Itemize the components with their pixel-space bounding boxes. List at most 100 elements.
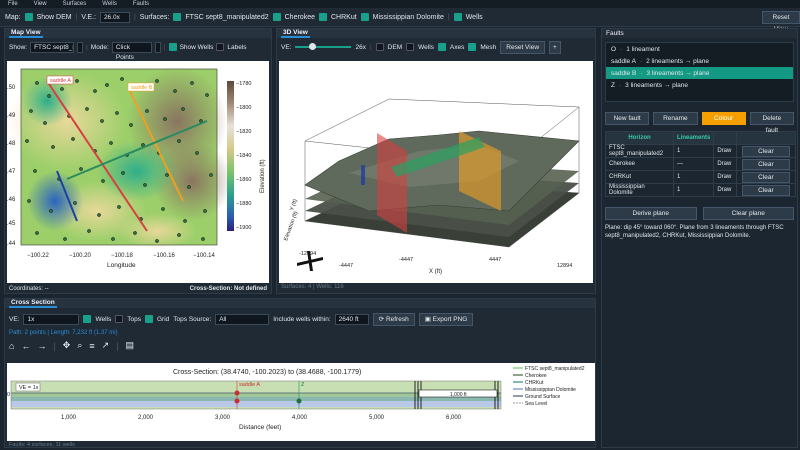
surfaces-label: Surfaces: [139,13,170,21]
ve-input[interactable]: 26.0x [99,11,130,23]
view-3d-svg: -4447 4447 12894 -12894 -4447 X (ft) Ele… [283,98,580,275]
surface-checkbox-mississippian[interactable] [360,13,369,21]
cs-grid-checkbox[interactable] [145,315,153,323]
draw-button[interactable]: Draw [713,170,737,184]
cs-legend: FTSC sept8_manipulated2 Cherokee CHRKut … [513,366,585,407]
mode-select[interactable]: Click Points [111,41,152,61]
view-3d-toolbar: VE: 26x | DEM Wells Axes Mesh Reset View… [277,38,595,56]
svg-text:Cherokee: Cherokee [525,373,547,379]
show-dem-checkbox[interactable] [24,13,33,21]
rename-button[interactable]: Rename [653,112,698,125]
edit-axis-icon[interactable]: ↗ [102,340,110,351]
clear-button[interactable]: Clear [741,171,790,183]
cs-grid-label: Grid [157,315,170,323]
draw-button[interactable]: Draw [713,144,737,158]
faults-panel: Faults O · 1 lineament saddle A · 2 lineamen… [601,28,798,448]
export-png-button[interactable]: ▣ Export PNG [418,312,474,326]
coordinates-readout: Coordinates: -- [9,285,49,292]
fault-item-z[interactable]: Z · 3 lineaments → plane [606,79,793,91]
ve-slider[interactable] [295,43,352,51]
tops-source-label: Tops Source: [173,315,212,323]
cs-wells-checkbox[interactable] [83,315,92,323]
svg-text:.45: .45 [7,221,16,227]
show-wells-label: Show Wells [179,43,214,51]
draw-button[interactable]: Draw [713,183,737,197]
plane-o [361,165,365,185]
axes-3d-checkbox[interactable] [437,43,446,51]
delete-fault-button[interactable]: Delete fault [749,112,794,134]
svg-text:Ground Surface: Ground Surface [525,394,561,400]
svg-text:CHRKut: CHRKut [525,380,544,386]
ve-3d-label: VE: [281,43,292,51]
colour-button[interactable]: Colour [701,112,746,125]
3d-axis-ticks: -4447 4447 12894 -12894 -4447 [299,251,572,269]
new-fault-button[interactable]: New fault [605,112,650,125]
fault-item-saddle-b[interactable]: saddle B · 3 lineaments → plane [606,67,793,79]
mode-select-arrow-icon[interactable] [154,41,161,53]
surface-checkbox-ftsc[interactable] [173,13,182,21]
menu-wells[interactable]: Wells [94,1,125,7]
draw-button[interactable]: Draw [713,157,737,171]
map-plot-canvas[interactable]: saddle A saddle B .50 .49 .48 .47 .46 .4… [7,61,269,283]
map-status-bar: Coordinates: -- Cross-Section: Not defin… [7,284,269,293]
mesh-3d-checkbox[interactable] [468,43,477,51]
image-icon: ▣ [424,315,433,323]
ve-slider-handle[interactable] [309,43,317,50]
include-wells-input[interactable]: 2640 ft [334,313,369,325]
svg-text:FTSC sept8_manipulated2: FTSC sept8_manipulated2 [525,366,585,372]
wells-checkbox[interactable] [453,13,462,21]
labels-checkbox[interactable] [216,43,225,51]
main-toolbar: Map: Show DEM | V.E.: 26.0x | Surfaces: … [0,8,800,33]
axes-3d-label: Axes [449,43,465,51]
cross-section-footer: Faults: 4 surfaces, 11 wells [9,442,75,448]
show-wells-checkbox[interactable] [168,43,177,51]
reset-view-button[interactable]: Reset View [762,11,800,33]
pan-icon[interactable]: ✥ [63,340,71,351]
fault-list: O · 1 lineament saddle A · 2 lineaments → pl… [605,42,794,102]
cs-tops-checkbox[interactable] [115,315,124,323]
clear-button[interactable]: Clear [741,158,790,170]
cs-ve-select[interactable]: 1x [23,313,80,325]
clear-button[interactable]: Clear [741,184,790,196]
fault-item-saddle-a[interactable]: saddle A · 2 lineaments → plane [606,55,793,67]
plot-navigation-toolbar: ⌂ ← → | ✥ ⌕ ≡ ↗ | ▤ [9,340,135,351]
wells-3d-checkbox[interactable] [406,43,415,51]
reset-3d-view-button[interactable]: Reset View [500,40,546,54]
show-select-arrow-icon[interactable] [77,41,84,53]
menu-view[interactable]: View [26,1,55,7]
view-3d-canvas[interactable]: -4447 4447 12894 -12894 -4447 X (ft) Ele… [279,61,593,283]
map-view-panel: Map View Show: FTSC sept8_man | Mode: Cl… [4,28,272,294]
derive-plane-button[interactable]: Derive plane [605,207,697,220]
menu-surfaces[interactable]: Surfaces [55,1,95,7]
menu-faults[interactable]: Faults [125,1,157,7]
zoom-icon[interactable]: ⌕ [77,340,82,351]
svg-text:4447: 4447 [489,257,501,263]
add-3d-button[interactable]: + [549,40,561,54]
refresh-button[interactable]: ⟳ Refresh [372,312,415,326]
save-icon[interactable]: ▤ [126,340,135,351]
dem-3d-label: DEM [387,43,403,51]
wells-label: Wells [465,13,483,21]
3d-surfaces [304,130,580,247]
svg-text:Sea Level: Sea Level [525,401,547,407]
clear-button[interactable]: Clear [741,145,790,157]
show-select[interactable]: FTSC sept8_man [30,41,75,53]
back-arrow-icon[interactable]: ← [21,341,30,351]
forward-arrow-icon[interactable]: → [37,341,46,351]
surface-checkbox-chrkut[interactable] [318,13,327,21]
dem-3d-checkbox[interactable] [375,43,384,51]
surface-checkbox-cherokee[interactable] [272,13,281,21]
cross-section-canvas[interactable]: Cross-Section: (38.4740, -100.2023) to (… [7,363,595,441]
svg-text:.49: .49 [7,113,16,119]
fault-item-o[interactable]: O · 1 lineament [606,43,793,55]
surface-label-chrkut: CHRKut [330,13,357,21]
svg-text:−1840: −1840 [236,153,251,159]
clear-plane-button[interactable]: Clear plane [702,207,794,220]
surface-label-mississippian: Mississippian Dolomite [372,13,444,21]
menu-file[interactable]: File [0,1,26,7]
home-icon[interactable]: ⌂ [9,341,14,351]
horizon-table: Horizon Lineaments FTSC sept8_manipulate… [605,131,797,197]
configure-subplots-icon[interactable]: ≡ [89,341,94,351]
tops-source-select[interactable]: All [215,313,270,325]
refresh-icon: ⟳ [378,315,386,323]
